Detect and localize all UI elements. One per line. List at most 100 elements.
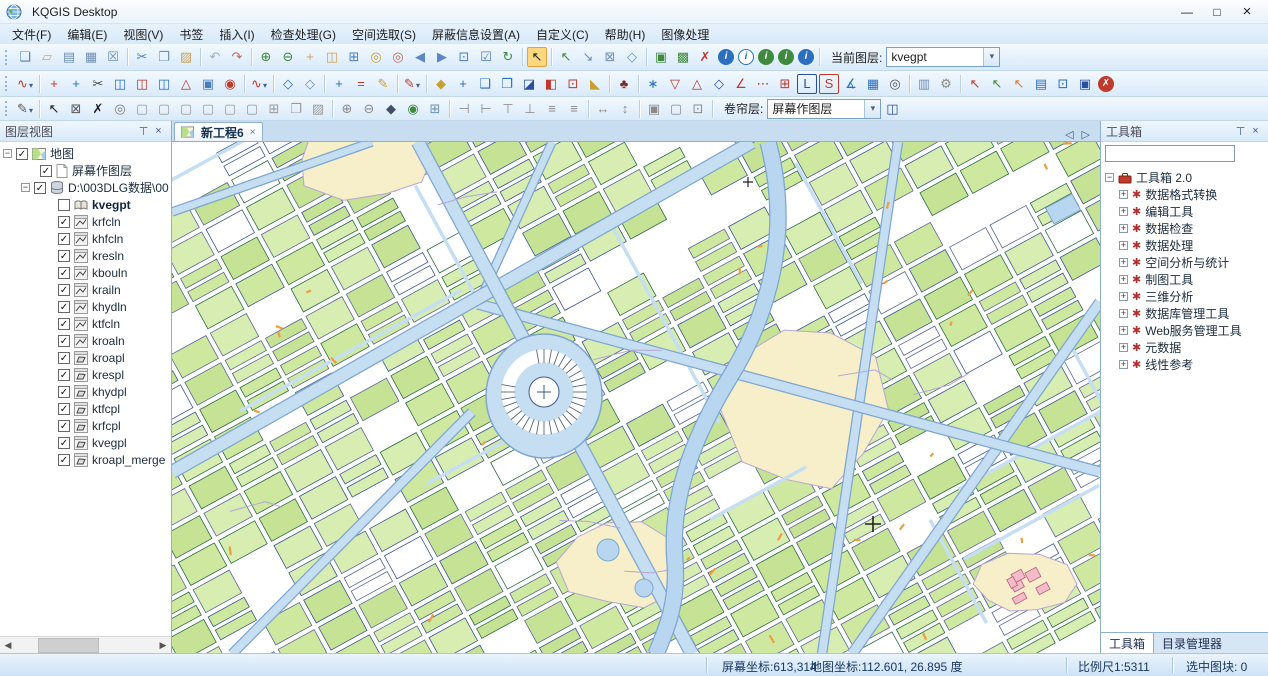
pan-window-icon[interactable]: ◫ bbox=[322, 47, 342, 67]
menu-item-10[interactable]: 图像处理 bbox=[653, 24, 717, 45]
align-center-h-icon[interactable]: ≡ bbox=[542, 99, 562, 119]
pin-icon[interactable]: ⊤ bbox=[1233, 125, 1248, 138]
ungroup-items-icon[interactable]: ▢ bbox=[666, 99, 686, 119]
segment-split-icon[interactable]: ◫ bbox=[132, 74, 152, 94]
menu-item-2[interactable]: 视图(V) bbox=[115, 24, 171, 45]
edit-mode-icon[interactable]: ✎▾ bbox=[15, 99, 35, 119]
network-node-icon[interactable]: ∗ bbox=[643, 74, 663, 94]
tree-item-layer-khydpl[interactable]: ✓khydpl bbox=[0, 383, 171, 400]
redo-icon[interactable]: ↷ bbox=[227, 47, 247, 67]
tree-item-layer-krespl[interactable]: ✓krespl bbox=[0, 366, 171, 383]
snap-point-icon[interactable]: + bbox=[329, 74, 349, 94]
select-sheet-icon[interactable]: ⊠ bbox=[66, 99, 86, 119]
zoom-out-icon[interactable]: ⊖ bbox=[278, 47, 298, 67]
grid-panel-icon[interactable]: ▦ bbox=[863, 74, 883, 94]
layer-checkbox[interactable]: ✓ bbox=[58, 267, 70, 279]
toolbox-item-8[interactable]: +✱Web服务管理工具 bbox=[1101, 322, 1268, 339]
layer-checkbox[interactable]: ✓ bbox=[58, 216, 70, 228]
menu-item-5[interactable]: 检查处理(G) bbox=[263, 24, 344, 45]
expand-icon[interactable]: + bbox=[1119, 207, 1128, 216]
paste-icon[interactable]: ▨ bbox=[176, 47, 196, 67]
toolbox-item-0[interactable]: +✱数据格式转换 bbox=[1101, 186, 1268, 203]
toolbox-item-9[interactable]: +✱元数据 bbox=[1101, 339, 1268, 356]
tree-item-layer-ktfcln[interactable]: ✓ktfcln bbox=[0, 315, 171, 332]
menu-item-8[interactable]: 自定义(C) bbox=[528, 24, 597, 45]
expand-icon[interactable]: + bbox=[1119, 326, 1128, 335]
tab-toolbox[interactable]: 工具箱 bbox=[1101, 633, 1154, 653]
balloon-label-icon[interactable]: ◆ bbox=[431, 74, 451, 94]
toolbox-root[interactable]: −工具箱 2.0 bbox=[1101, 169, 1268, 186]
tree-item-layer-ktfcpl[interactable]: ✓ktfcpl bbox=[0, 400, 171, 417]
copy-icon[interactable]: ❐ bbox=[154, 47, 174, 67]
pin-icon[interactable]: ⊤ bbox=[136, 125, 151, 138]
save-edits-icon[interactable]: ▣ bbox=[1075, 74, 1095, 94]
tree-item-layer-krailn[interactable]: ✓krailn bbox=[0, 281, 171, 298]
toolbox-item-7[interactable]: +✱数据库管理工具 bbox=[1101, 305, 1268, 322]
expand-icon[interactable]: + bbox=[1119, 343, 1128, 352]
map-document-tab[interactable]: 新工程6 × bbox=[174, 122, 263, 141]
grid-crosshair-icon[interactable]: ⊞ bbox=[425, 99, 445, 119]
expand-icon[interactable]: + bbox=[1119, 275, 1128, 284]
open-folder-icon[interactable]: ▱ bbox=[37, 47, 57, 67]
layer-checkbox[interactable]: ✓ bbox=[58, 318, 70, 330]
hatch-fill-icon[interactable]: ◪ bbox=[519, 74, 539, 94]
sheet-fit-icon[interactable]: ▢ bbox=[220, 99, 240, 119]
layer-checkbox[interactable]: ✓ bbox=[58, 352, 70, 364]
menu-item-3[interactable]: 书签 bbox=[171, 24, 211, 45]
search-binoculars-icon[interactable]: ◎ bbox=[885, 74, 905, 94]
toolbox-item-2[interactable]: +✱数据检查 bbox=[1101, 220, 1268, 237]
view-check-icon[interactable]: ☑ bbox=[476, 47, 496, 67]
previous-view-icon[interactable]: ◀ bbox=[410, 47, 430, 67]
tree-item-datasource[interactable]: −✓D:\003DLG数据\00 bbox=[0, 179, 171, 196]
collapse-icon[interactable]: − bbox=[3, 149, 12, 158]
cut-feature-icon[interactable]: ✂ bbox=[88, 74, 108, 94]
tree-item-map[interactable]: −✓地图 bbox=[0, 145, 171, 162]
layer-checkbox[interactable]: ✓ bbox=[40, 165, 52, 177]
layer-checkbox[interactable]: ✓ bbox=[58, 454, 70, 466]
zoom-window-icon[interactable]: ⊞ bbox=[344, 47, 364, 67]
current-layer-combo[interactable]: kvegpt▾ bbox=[886, 47, 1000, 67]
close-panel-icon[interactable]: × bbox=[151, 125, 166, 137]
menu-item-4[interactable]: 插入(I) bbox=[211, 24, 262, 45]
new-file-icon[interactable]: ❏ bbox=[15, 47, 35, 67]
world-view-icon[interactable]: ◉ bbox=[403, 99, 423, 119]
edit-region-icon[interactable]: ▣ bbox=[651, 47, 671, 67]
sheet-pan-icon[interactable]: ▢ bbox=[154, 99, 174, 119]
maximize-icon[interactable]: □ bbox=[1202, 5, 1232, 19]
move-feature-icon[interactable]: + bbox=[453, 74, 473, 94]
menu-item-0[interactable]: 文件(F) bbox=[4, 24, 59, 45]
attribute-browse-alt-icon[interactable]: i bbox=[778, 49, 794, 65]
align-top-icon[interactable]: ⊤ bbox=[498, 99, 518, 119]
identify-info-alt-icon[interactable]: i bbox=[738, 49, 754, 65]
tree-item-layer-kvegpl[interactable]: ✓kvegpl bbox=[0, 434, 171, 451]
layer-checkbox[interactable]: ✓ bbox=[58, 335, 70, 347]
layer-checkbox[interactable]: ✓ bbox=[58, 420, 70, 432]
region-select-icon[interactable]: ⊡ bbox=[688, 99, 708, 119]
measure-info-icon[interactable]: i bbox=[798, 49, 814, 65]
expand-icon[interactable]: + bbox=[1119, 190, 1128, 199]
parallel-line-icon[interactable]: = bbox=[351, 74, 371, 94]
layer-checkbox[interactable]: ✓ bbox=[58, 284, 70, 296]
style-brush-icon[interactable]: ✎ bbox=[373, 74, 393, 94]
select-point-icon[interactable]: ↖ bbox=[556, 47, 576, 67]
angle-check-icon[interactable]: △ bbox=[176, 74, 196, 94]
toolbox-item-10[interactable]: +✱线性参考 bbox=[1101, 356, 1268, 373]
same-height-icon[interactable]: ↕ bbox=[615, 99, 635, 119]
expand-icon[interactable]: + bbox=[1119, 360, 1128, 369]
zoom-in-icon[interactable]: ⊕ bbox=[256, 47, 276, 67]
menu-item-6[interactable]: 空间选取(S) bbox=[344, 24, 424, 45]
layer-checkbox[interactable]: ✓ bbox=[58, 437, 70, 449]
settings-gear-icon[interactable]: ⚙ bbox=[936, 74, 956, 94]
cut-icon[interactable]: ✂ bbox=[132, 47, 152, 67]
menu-item-7[interactable]: 屏蔽信息设置(A) bbox=[424, 24, 528, 45]
expand-icon[interactable]: + bbox=[1119, 241, 1128, 250]
tab-catalog-manager[interactable]: 目录管理器 bbox=[1154, 633, 1230, 653]
magnifier-in-icon[interactable]: ◎ bbox=[366, 47, 386, 67]
chevron-down-icon[interactable]: ▾ bbox=[864, 100, 880, 118]
tree-item-layer-kroapl_merge[interactable]: ✓kroapl_merge bbox=[0, 451, 171, 468]
attribute-browse-icon[interactable]: i bbox=[758, 49, 774, 65]
paste-sheet-icon[interactable]: ▨ bbox=[308, 99, 328, 119]
select-tool-icon[interactable]: ↖ bbox=[527, 47, 547, 67]
chevron-down-icon[interactable]: ▾ bbox=[983, 48, 999, 66]
magnifier-out-icon[interactable]: ◎ bbox=[388, 47, 408, 67]
